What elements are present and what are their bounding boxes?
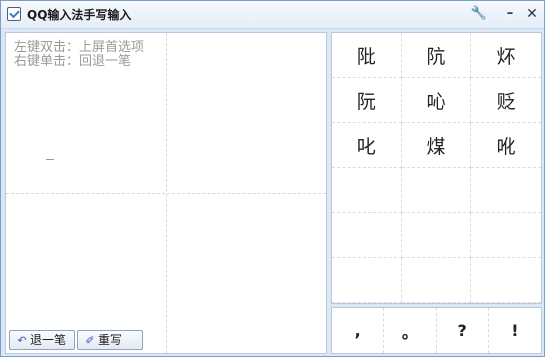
undo-stroke-label: 退一笔: [30, 333, 67, 347]
candidate-cell[interactable]: 吣: [401, 78, 472, 123]
rewrite-label: 重写: [98, 333, 123, 347]
window-title: QQ输入法手写输入: [27, 8, 132, 22]
handwriting-window: QQ输入法手写输入 🔧 – ✕ 左键双击：上屏首选项 右键单击：回退一笔 ↶ 退一…: [0, 0, 545, 357]
rewrite-button[interactable]: ✐ 重写: [77, 330, 143, 350]
candidate-cell-empty: [401, 168, 472, 213]
candidate-cell[interactable]: 阬: [401, 33, 472, 78]
candidate-cell-empty: [401, 258, 472, 303]
candidate-cell-empty: [401, 213, 472, 258]
candidate-cell[interactable]: 阮: [332, 78, 402, 123]
minimize-icon[interactable]: –: [501, 5, 519, 23]
punctuation-bar: , 。 ? !: [331, 307, 542, 354]
eraser-icon: ✐: [85, 334, 95, 347]
punctuation-exclamation[interactable]: !: [489, 308, 541, 353]
candidate-cell[interactable]: 叱: [332, 123, 402, 168]
candidate-cell-empty: [471, 213, 541, 258]
hint-right-click: 右键单击：回退一笔: [14, 54, 132, 69]
candidate-cell[interactable]: 煤: [401, 123, 472, 168]
app-logo-icon: [7, 7, 21, 21]
undo-icon: ↶: [17, 334, 27, 347]
stroke-mark: [46, 159, 54, 160]
close-icon[interactable]: ✕: [523, 5, 541, 23]
punctuation-comma[interactable]: ,: [332, 308, 385, 353]
undo-stroke-button[interactable]: ↶ 退一笔: [9, 330, 75, 350]
candidate-cell-empty: [471, 258, 541, 303]
candidate-cell[interactable]: 吪: [471, 123, 541, 168]
candidate-cell-empty: [332, 258, 402, 303]
candidate-cell[interactable]: 阰: [332, 33, 402, 78]
candidate-cell-empty: [332, 213, 402, 258]
title-bar[interactable]: QQ输入法手写输入 🔧 – ✕: [1, 1, 544, 29]
candidate-cell-empty: [332, 168, 402, 213]
punctuation-question[interactable]: ?: [437, 308, 489, 353]
candidate-cell-empty: [471, 168, 541, 213]
candidate-cell[interactable]: 贬: [471, 78, 541, 123]
pad-guide-horizontal: [6, 193, 326, 194]
punctuation-period[interactable]: 。: [384, 308, 437, 353]
candidate-grid: 阰 阬 炋 阮 吣 贬 叱 煤 吪: [331, 32, 542, 304]
handwriting-pad[interactable]: 左键双击：上屏首选项 右键单击：回退一笔 ↶ 退一笔 ✐ 重写: [5, 32, 327, 354]
settings-icon[interactable]: 🔧: [470, 5, 488, 23]
candidate-cell[interactable]: 炋: [471, 33, 541, 78]
